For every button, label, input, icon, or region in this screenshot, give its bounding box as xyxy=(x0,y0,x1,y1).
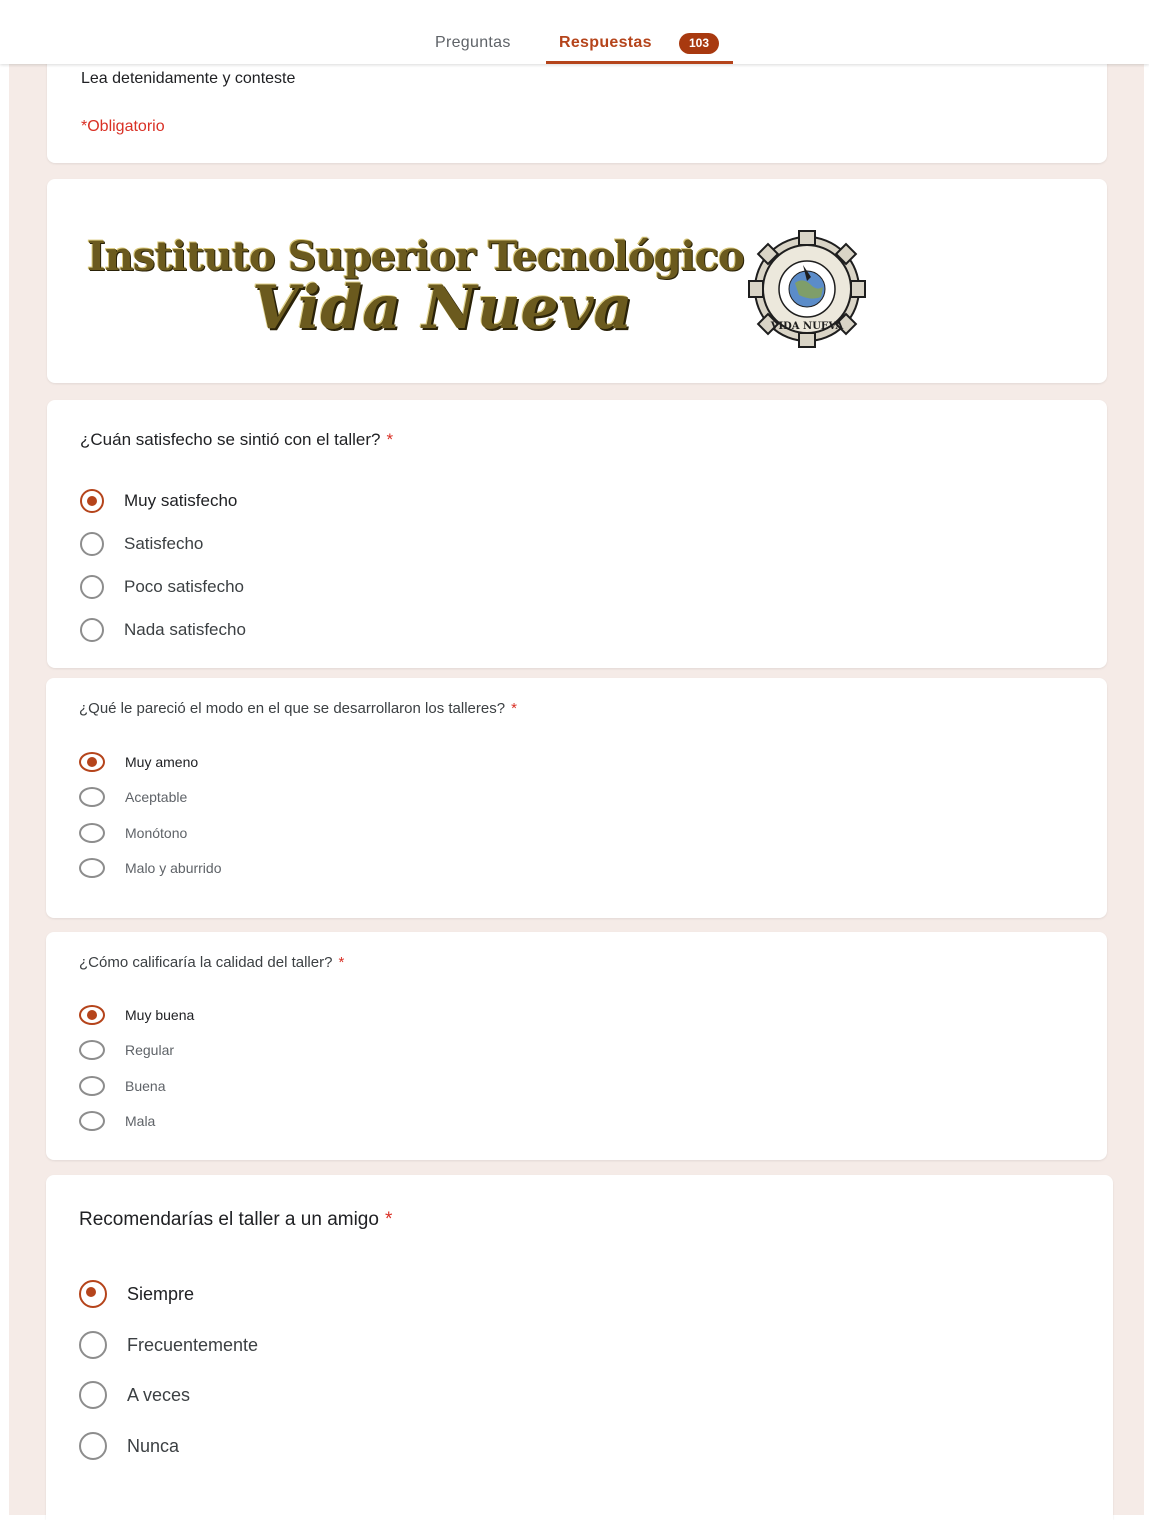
question-card: ¿Cómo calificaría la calidad del taller?… xyxy=(46,932,1107,1160)
option-label: Muy buena xyxy=(125,1007,195,1023)
required-asterisk: * xyxy=(384,1209,393,1230)
radio-option-siempre[interactable]: Siempre xyxy=(79,1279,194,1309)
radio-button[interactable] xyxy=(79,1040,105,1060)
question-card: ¿Qué le pareció el modo en el que se des… xyxy=(46,678,1107,918)
radio-button[interactable] xyxy=(79,1111,105,1131)
radio-option-nada-satisfecho[interactable]: Nada satisfecho xyxy=(80,615,246,645)
required-asterisk: * xyxy=(338,954,345,971)
seal-text: VIDA NUEVA xyxy=(770,321,844,332)
question-card: ¿Cuán satisfecho se sintió con el taller… xyxy=(47,400,1107,668)
option-label: Siempre xyxy=(127,1283,195,1304)
logo-title-line2: Vida Nueva xyxy=(252,273,633,343)
top-tab-bar: Preguntas Respuestas 103 xyxy=(0,0,1149,64)
option-label: Monótono xyxy=(125,825,188,841)
radio-button[interactable] xyxy=(79,858,105,878)
radio-button[interactable] xyxy=(79,1381,107,1409)
option-label: Buena xyxy=(125,1078,166,1094)
option-label: Mala xyxy=(125,1113,156,1129)
radio-button[interactable] xyxy=(80,618,104,642)
radio-button[interactable] xyxy=(79,1005,105,1025)
question-text: ¿Qué le pareció el modo en el que se des… xyxy=(79,700,506,717)
radio-option-muy-ameno[interactable]: Muy ameno xyxy=(79,747,198,777)
option-label: Nunca xyxy=(127,1435,180,1456)
radio-button[interactable] xyxy=(80,489,104,513)
question-text: Recomendarías el taller a un amigo xyxy=(79,1209,379,1230)
radio-option-buena[interactable]: Buena xyxy=(79,1071,165,1101)
radio-option-mala[interactable]: Mala xyxy=(79,1106,155,1136)
required-asterisk: * xyxy=(386,430,394,449)
radio-option-aceptable[interactable]: Aceptable xyxy=(79,782,187,812)
required-note: *Obligatorio xyxy=(81,118,165,135)
radio-option-a-veces[interactable]: A veces xyxy=(79,1380,190,1410)
question-card: Recomendarías el taller a un amigo * Siem… xyxy=(46,1175,1113,1520)
radio-option-poco-satisfecho[interactable]: Poco satisfecho xyxy=(80,572,244,602)
radio-option-nunca[interactable]: Nunca xyxy=(79,1431,179,1461)
option-label: Nada satisfecho xyxy=(124,620,246,639)
option-label: Malo y aburrido xyxy=(125,860,222,876)
question-title: ¿Cómo calificaría la calidad del taller?… xyxy=(79,954,344,971)
radio-button[interactable] xyxy=(80,532,104,556)
radio-button[interactable] xyxy=(79,752,105,772)
question-title: Recomendarías el taller a un amigo * xyxy=(79,1209,392,1231)
logo-card: Instituto Superior Tecnológico Vida Nuev… xyxy=(47,179,1107,383)
radio-option-malo-y-aburrido[interactable]: Malo y aburrido xyxy=(79,853,222,883)
radio-option-monotono[interactable]: Monótono xyxy=(79,818,187,848)
institute-seal-icon: VIDA NUEVA xyxy=(748,230,866,348)
radio-button[interactable] xyxy=(79,787,105,807)
form-intro-card: Lea detenidamente y conteste *Obligatori… xyxy=(47,50,1107,163)
option-label: Regular xyxy=(125,1042,175,1058)
required-asterisk: * xyxy=(511,700,517,717)
option-label: Frecuentemente xyxy=(127,1334,259,1355)
option-label: Muy ameno xyxy=(125,754,199,770)
option-label: A veces xyxy=(127,1384,191,1405)
option-label: Poco satisfecho xyxy=(124,577,245,596)
active-tab-indicator xyxy=(546,61,733,64)
responses-count-badge: 103 xyxy=(679,33,719,54)
question-text: ¿Cuán satisfecho se sintió con el taller… xyxy=(80,430,381,449)
radio-button[interactable] xyxy=(79,1331,107,1359)
radio-option-regular[interactable]: Regular xyxy=(79,1035,174,1065)
radio-option-muy-satisfecho[interactable]: Muy satisfecho xyxy=(80,486,237,516)
option-label: Satisfecho xyxy=(124,534,204,553)
radio-option-frecuentemente[interactable]: Frecuentemente xyxy=(79,1330,258,1360)
radio-option-muy-buena[interactable]: Muy buena xyxy=(79,1000,194,1030)
radio-button[interactable] xyxy=(80,575,104,599)
tab-respuestas[interactable]: Respuestas xyxy=(559,34,652,52)
institute-logo: Instituto Superior Tecnológico Vida Nuev… xyxy=(87,229,887,349)
radio-button[interactable] xyxy=(79,1432,107,1460)
tab-preguntas[interactable]: Preguntas xyxy=(435,34,511,52)
radio-button[interactable] xyxy=(79,1076,105,1096)
radio-button[interactable] xyxy=(79,1280,107,1308)
radio-option-satisfecho[interactable]: Satisfecho xyxy=(80,529,203,559)
question-text: ¿Cómo calificaría la calidad del taller? xyxy=(79,954,333,971)
option-label: Muy satisfecho xyxy=(124,491,238,510)
question-title: ¿Cuán satisfecho se sintió con el taller… xyxy=(80,430,393,450)
radio-button[interactable] xyxy=(79,823,105,843)
option-label: Aceptable xyxy=(125,789,188,805)
question-title: ¿Qué le pareció el modo en el que se des… xyxy=(79,700,517,717)
form-description: Lea detenidamente y conteste xyxy=(81,70,296,87)
